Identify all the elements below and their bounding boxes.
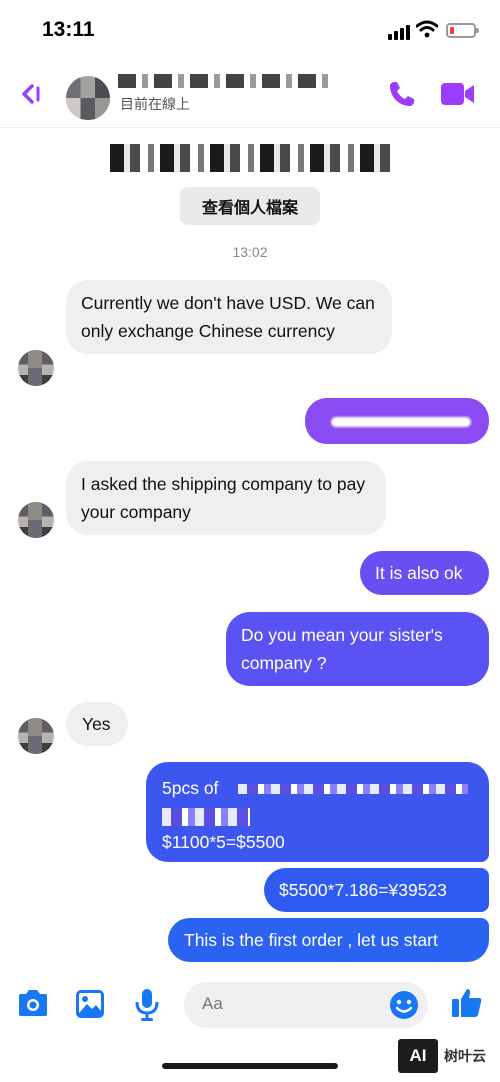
sender-avatar[interactable] [18,718,54,754]
microphone-icon[interactable] [134,988,160,1022]
view-profile-button[interactable]: 查看個人檔案 [180,187,320,225]
message-bubble-outgoing-redacted[interactable] [305,398,489,444]
thumbs-up-icon[interactable] [450,986,484,1020]
message-bubble-outgoing[interactable]: This is the first order , let us start [168,918,489,962]
watermark: AI 树叶云 [398,1036,498,1076]
message-bubble-outgoing[interactable]: $5500*7.186=¥39523 [264,868,489,912]
sender-avatar[interactable] [18,502,54,538]
message-bubble-incoming[interactable]: Yes [66,702,128,746]
status-time: 13:11 [42,18,95,41]
message-text-start: 5pcs of [162,778,219,798]
status-bar: 13:11 [0,0,500,62]
message-bubble-incoming[interactable]: I asked the shipping company to pay your… [66,461,386,535]
gallery-icon[interactable] [74,988,106,1020]
redacted-product-detail [162,808,250,826]
contact-name-redacted[interactable] [118,74,328,88]
wifi-icon [416,20,438,38]
message-bubble-outgoing[interactable]: Do you mean your sister's company ? [226,612,489,686]
message-input[interactable] [202,994,382,1014]
emoji-icon[interactable] [389,990,419,1020]
message-bubble-outgoing[interactable]: 5pcs of $1100*5=$5500 [146,762,489,862]
composer-bar [0,972,500,1038]
profile-name-redacted [110,144,392,172]
battery-icon [446,23,479,38]
watermark-logo: AI [398,1039,438,1073]
back-button[interactable] [16,78,48,110]
video-call-button[interactable] [440,80,476,108]
home-indicator [162,1063,338,1069]
message-bubble-outgoing[interactable]: It is also ok [360,551,489,595]
message-bubble-incoming[interactable]: Currently we don't have USD. We can only… [66,280,392,354]
contact-status: 目前在線上 [120,96,190,112]
watermark-text: 树叶云 [444,1048,486,1064]
message-input-container[interactable] [184,982,428,1028]
cellular-signal-icon [388,24,410,40]
camera-icon[interactable] [16,988,50,1018]
contact-avatar[interactable] [66,76,110,120]
phone-call-button[interactable] [386,78,418,110]
redacted-product-name [238,784,468,794]
sender-avatar[interactable] [18,350,54,386]
message-text-end: $1100*5=$5500 [162,832,285,852]
chat-header: 目前在線上 [0,62,500,128]
message-timestamp: 13:02 [232,244,268,260]
